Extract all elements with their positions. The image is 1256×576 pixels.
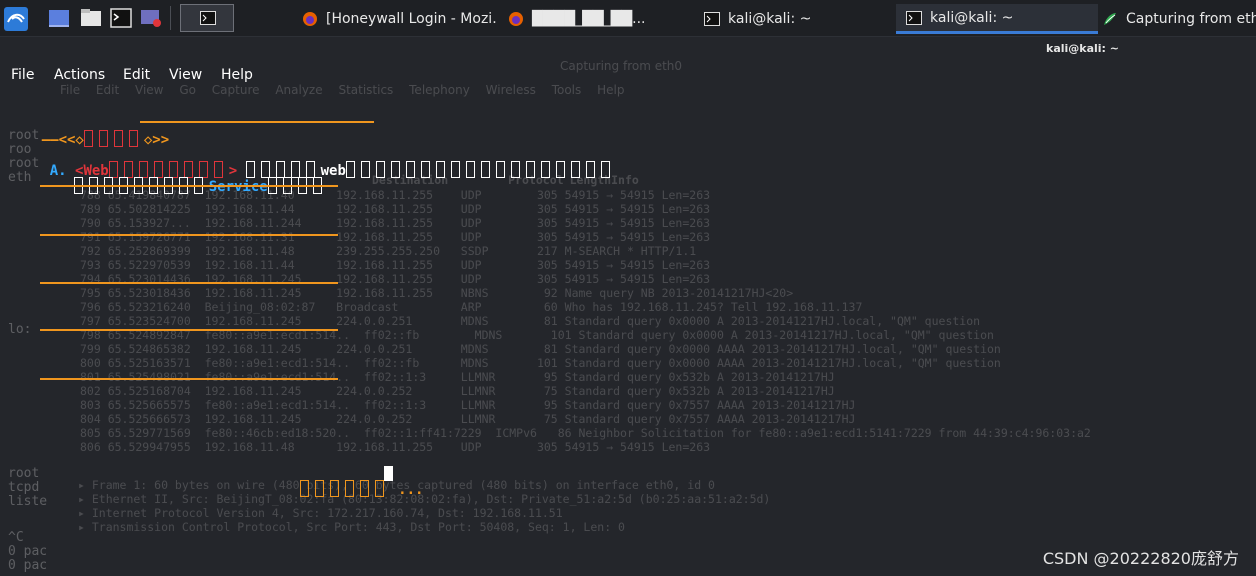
terminal-cursor xyxy=(384,466,393,481)
background-terminal-line: root xyxy=(8,466,40,481)
terminal-launcher-icon[interactable] xyxy=(110,8,132,28)
taskbar-separator xyxy=(170,6,171,30)
task-honeywall-firefox[interactable]: [Honeywall Login - Mozi... xyxy=(292,4,498,34)
background-terminal-line: ^C xyxy=(8,530,24,545)
background-wireshark-window: Capturing from eth0 File Edit View Go Ca… xyxy=(60,55,1256,535)
wireshark-icon xyxy=(1104,13,1116,25)
background-packet-row: 793 65.522970539 192.168.11.44 192.168.1… xyxy=(80,258,711,272)
loading-ellipsis: ... xyxy=(398,482,424,498)
file-manager-icon[interactable] xyxy=(80,8,102,28)
menu-option-line[interactable] xyxy=(40,329,338,331)
background-packet-row: 795 65.523018436 192.168.11.245 192.168.… xyxy=(80,286,794,300)
background-packet-row: 803 65.525665575 fe80::a9e1:ecd1:514.. f… xyxy=(80,398,856,412)
menu-actions[interactable]: Actions xyxy=(54,67,105,83)
menu-option-line[interactable] xyxy=(40,234,338,236)
task-label: ████_██_██... xyxy=(532,11,646,27)
menu-edit[interactable]: Edit xyxy=(123,67,150,83)
task-firefox-2[interactable]: ████_██_██... xyxy=(498,4,694,34)
background-packet-row: 799 65.524865382 192.168.11.245 224.0.0.… xyxy=(80,342,1001,356)
terminal-icon xyxy=(704,12,720,26)
task-label: [Honeywall Login - Mozi... xyxy=(326,11,498,27)
task-label: kali@kali: ~ xyxy=(728,11,812,27)
background-packet-row: 802 65.525168704 192.168.11.245 224.0.0.… xyxy=(80,384,835,398)
task-label: kali@kali: ~ xyxy=(930,9,1014,26)
loading-line: ... xyxy=(266,464,423,514)
firefox-icon xyxy=(509,12,523,26)
background-packet-row: 790 65.153927... 192.168.11.244 192.168.… xyxy=(80,216,711,230)
background-packet-row: 801 65.525498021 fe80::a9e1:ecd1:514.. f… xyxy=(80,370,835,384)
task-terminal-active[interactable]: kali@kali: ~ xyxy=(896,4,1098,34)
header-divider xyxy=(140,121,374,123)
background-packet-row: 791 65.159726771 192.168.11.31 192.168.1… xyxy=(80,230,711,244)
background-packet-row: 806 65.529947955 192.168.11.48 192.168.1… xyxy=(80,440,711,454)
desktop-icon[interactable] xyxy=(48,8,70,28)
background-packet-row: 800 65.525163571 fe80::a9e1:ecd1:514.. f… xyxy=(80,356,1001,370)
menu-option-line[interactable] xyxy=(40,282,338,284)
task-wireshark[interactable]: Capturing from eth0 xyxy=(1092,4,1256,34)
task-terminal-1[interactable]: kali@kali: ~ xyxy=(694,4,894,34)
firefox-icon xyxy=(303,12,317,26)
service-label: Service xyxy=(208,179,268,195)
background-detail-row: ▸ Transmission Control Protocol, Src Por… xyxy=(78,520,625,534)
menu-file[interactable]: File xyxy=(11,67,34,83)
menubar: File Actions Edit View Help xyxy=(0,58,1256,92)
menu-help[interactable]: Help xyxy=(221,67,253,83)
menu-option-line[interactable] xyxy=(40,378,338,380)
background-terminal-line: 0 pac xyxy=(8,558,48,573)
background-packet-row: 796 65.523216240 Beijing_08:02:87 Broadc… xyxy=(80,300,863,314)
background-packet-row: 797 65.523524700 192.168.11.245 224.0.0.… xyxy=(80,314,981,328)
background-terminal-line: lo: xyxy=(8,322,32,337)
background-packet-row: 804 65.525666573 192.168.11.245 224.0.0.… xyxy=(80,412,856,426)
menu-view[interactable]: View xyxy=(169,67,202,83)
menu-option-line[interactable] xyxy=(40,185,338,187)
screen-recorder-icon[interactable] xyxy=(140,8,162,28)
taskbar: [Honeywall Login - Mozi... ████_██_██...… xyxy=(0,0,1256,37)
background-terminal-line: tcpd xyxy=(8,480,40,495)
terminal-icon xyxy=(200,11,216,25)
background-terminal-line: 0 pac xyxy=(8,544,48,559)
kali-menu-icon[interactable] xyxy=(4,7,28,31)
watermark: CSDN @20222820庞舒方 xyxy=(1042,549,1239,568)
workspace-button[interactable] xyxy=(180,4,234,32)
background-packet-row: 805 65.529771569 fe80::46cb:ed18:520.. f… xyxy=(80,426,1091,440)
background-packet-row: 792 65.252869399 192.168.11.48 239.255.2… xyxy=(80,244,697,258)
background-terminal-line: liste xyxy=(8,494,48,509)
window-title: kali@kali: ~ xyxy=(1046,42,1120,55)
terminal-icon xyxy=(906,10,922,25)
task-label: Capturing from eth0 xyxy=(1126,11,1256,27)
background-detail-row: ▸ Ethernet II, Src: BeijingT_08:02:fa (8… xyxy=(78,492,771,506)
